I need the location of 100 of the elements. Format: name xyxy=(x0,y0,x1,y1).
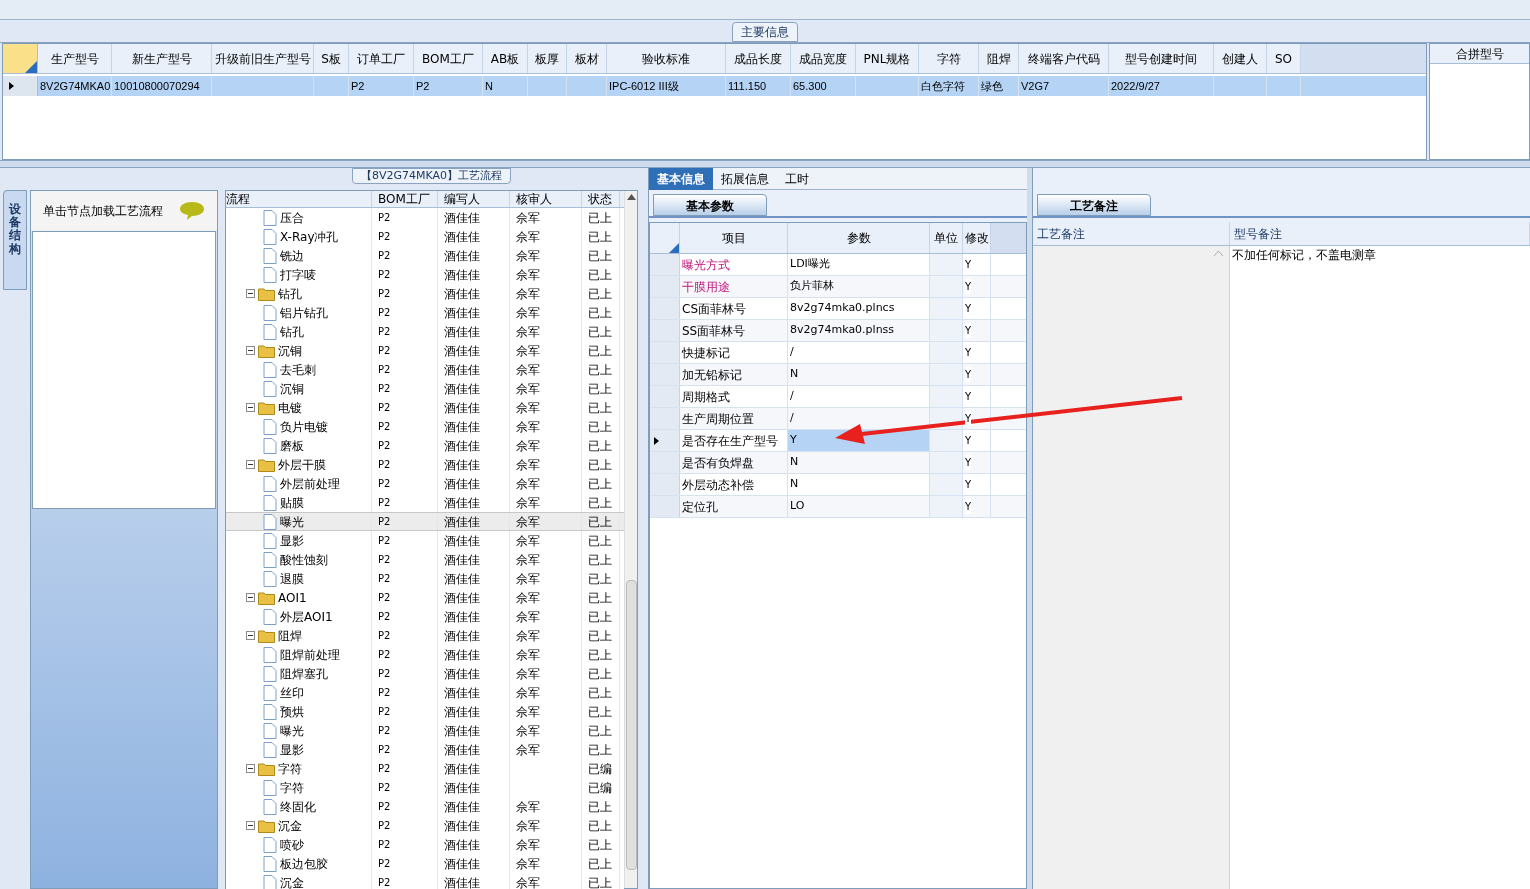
table-row[interactable]: CS面菲林号 8v2g74mka0.plncs Y xyxy=(650,298,1026,320)
column-header[interactable]: 流程 xyxy=(226,191,372,207)
select-all-cell[interactable] xyxy=(3,44,38,73)
collapse-toggle[interactable] xyxy=(246,821,255,830)
table-cell-text: 生产周期位置 xyxy=(682,410,754,428)
column-header[interactable]: 合拼型号 xyxy=(1430,44,1529,64)
column-header[interactable]: PNL规格 xyxy=(856,44,919,73)
tree-label: AOI1 xyxy=(278,589,307,607)
table-cell-text: P2 xyxy=(378,876,391,889)
scrollbar[interactable] xyxy=(624,191,637,888)
section-tab[interactable]: 工艺备注 xyxy=(1037,194,1151,216)
table-cell: Y xyxy=(965,279,972,294)
collapse-toggle[interactable] xyxy=(246,593,255,602)
column-header[interactable]: 型号备注 xyxy=(1230,222,1530,245)
table-row[interactable]: 外层动态补偿 N Y xyxy=(650,474,1026,496)
column-header[interactable]: 生产型号 xyxy=(38,44,112,73)
collapse-toggle[interactable] xyxy=(246,289,255,298)
table-cell-text: 佘军 xyxy=(516,817,540,835)
column-header[interactable]: SO xyxy=(1267,44,1301,73)
table-row[interactable]: 干膜用途 负片菲林 Y xyxy=(650,276,1026,298)
table-cell-text: 已上 xyxy=(588,247,612,265)
tree-label: 去毛刺 xyxy=(280,361,316,379)
table-cell-text: 周期格式 xyxy=(682,388,730,406)
section-tab[interactable]: 基本参数 xyxy=(653,194,767,216)
column-header[interactable]: 阻焊 xyxy=(979,44,1019,73)
column-header[interactable]: AB板 xyxy=(483,44,528,73)
column-header[interactable]: 单位 xyxy=(930,223,963,253)
table-row[interactable]: 是否存在生产型号 Y Y xyxy=(650,430,1026,452)
table-cell-text: 是否有负焊盘 xyxy=(682,454,754,472)
side-tab[interactable]: 设备结构 xyxy=(3,190,27,290)
column-header[interactable]: 编写人 xyxy=(438,191,510,207)
table-cell-text: 已上 xyxy=(588,456,612,474)
table-cell-text: 已上 xyxy=(588,323,612,341)
column-header[interactable]: S板 xyxy=(314,44,349,73)
table-row[interactable]: 周期格式 / Y xyxy=(650,386,1026,408)
table-cell-text: 酒佳佳 xyxy=(444,855,480,873)
table-cell-text: 已上 xyxy=(588,437,612,455)
column-header[interactable]: 工艺备注 xyxy=(1033,222,1230,245)
tab[interactable]: 拓展信息 xyxy=(713,168,777,190)
table-cell-text: 已上 xyxy=(588,551,612,569)
table-cell: / xyxy=(790,344,794,361)
folder-icon xyxy=(258,286,275,301)
collapse-toggle[interactable] xyxy=(246,346,255,355)
document-icon xyxy=(263,247,277,264)
table-cell-text: P2 xyxy=(378,800,391,814)
column-header[interactable]: 状态 xyxy=(582,191,620,207)
table-cell-text: 酒佳佳 xyxy=(444,741,480,759)
column-header[interactable]: BOM工厂 xyxy=(414,44,483,73)
column-header[interactable]: 新生产型号 xyxy=(112,44,212,73)
column-header[interactable]: 成品长度 xyxy=(726,44,791,73)
table-cell-text: 酒佳佳 xyxy=(444,532,480,550)
table-cell-text: 已上 xyxy=(588,570,612,588)
table-row[interactable]: 8V2G74MKA0 10010800070294 P2 P2 N IPC-6012 III级 111.150 65.300 白色字符 绿色 V2G7 2022/9/27 xyxy=(3,76,1426,96)
column-header[interactable]: 参数 xyxy=(788,223,930,253)
tree-label: 退膜 xyxy=(280,570,304,588)
table-cell-text: P2 xyxy=(378,477,391,491)
scroll-up-icon[interactable] xyxy=(626,194,636,200)
table-cell: Y xyxy=(965,455,972,470)
column-header[interactable]: 型号创建时间 xyxy=(1109,44,1214,73)
table-row[interactable]: 加无铅标记 N Y xyxy=(650,364,1026,386)
table-cell-text: P2 xyxy=(378,743,391,757)
column-header[interactable]: 修改 xyxy=(963,223,991,253)
row-pointer-icon xyxy=(9,82,14,90)
tab[interactable]: 工时 xyxy=(777,168,817,190)
collapse-toggle[interactable] xyxy=(246,403,255,412)
table-cell-text: 酒佳佳 xyxy=(444,760,480,778)
select-all-cell[interactable] xyxy=(650,223,680,253)
tab[interactable]: 基本信息 xyxy=(649,168,713,190)
column-header[interactable]: 创建人 xyxy=(1214,44,1267,73)
table-cell-text: P2 xyxy=(378,762,391,776)
table-cell-text: 酒佳佳 xyxy=(444,684,480,702)
collapse-toggle[interactable] xyxy=(246,460,255,469)
table-row[interactable]: 快捷标记 / Y xyxy=(650,342,1026,364)
column-header[interactable]: 字符 xyxy=(919,44,979,73)
column-header[interactable]: 板材 xyxy=(567,44,607,73)
column-header[interactable]: 成品宽度 xyxy=(791,44,856,73)
column-header[interactable]: 核审人 xyxy=(510,191,582,207)
table-cell-text: P2 xyxy=(378,724,391,738)
table-row[interactable]: 是否有负焊盘 N Y xyxy=(650,452,1026,474)
table-cell-text: 酒佳佳 xyxy=(444,285,480,303)
collapse-toggle[interactable] xyxy=(246,631,255,640)
column-header[interactable]: 板厚 xyxy=(528,44,567,73)
table-row[interactable]: 曝光方式 LDI曝光 Y xyxy=(650,254,1026,276)
folder-icon xyxy=(258,628,275,643)
table-row[interactable]: 生产周期位置 / Y xyxy=(650,408,1026,430)
column-header[interactable]: 验收标准 xyxy=(607,44,726,73)
document-icon xyxy=(263,684,277,701)
tree-label: 板边包胶 xyxy=(280,855,328,873)
tree-row[interactable]: 曝光 P2 酒佳佳 佘军 已上 xyxy=(226,512,624,531)
column-header[interactable]: 终端客户代码 xyxy=(1019,44,1109,73)
column-header[interactable]: 订单工厂 xyxy=(349,44,414,73)
column-header[interactable]: 升级前旧生产型号 xyxy=(212,44,314,73)
column-header[interactable]: BOM工厂 xyxy=(372,191,438,207)
column-header[interactable]: 项目 xyxy=(680,223,788,253)
collapse-toggle[interactable] xyxy=(246,764,255,773)
table-row[interactable]: 定位孔 LO Y xyxy=(650,496,1026,518)
tree-label: 外层干膜 xyxy=(278,456,326,474)
tree-label: 电镀 xyxy=(278,399,302,417)
table-cell-text: 酒佳佳 xyxy=(444,323,480,341)
table-row[interactable]: SS面菲林号 8v2g74mka0.plnss Y xyxy=(650,320,1026,342)
